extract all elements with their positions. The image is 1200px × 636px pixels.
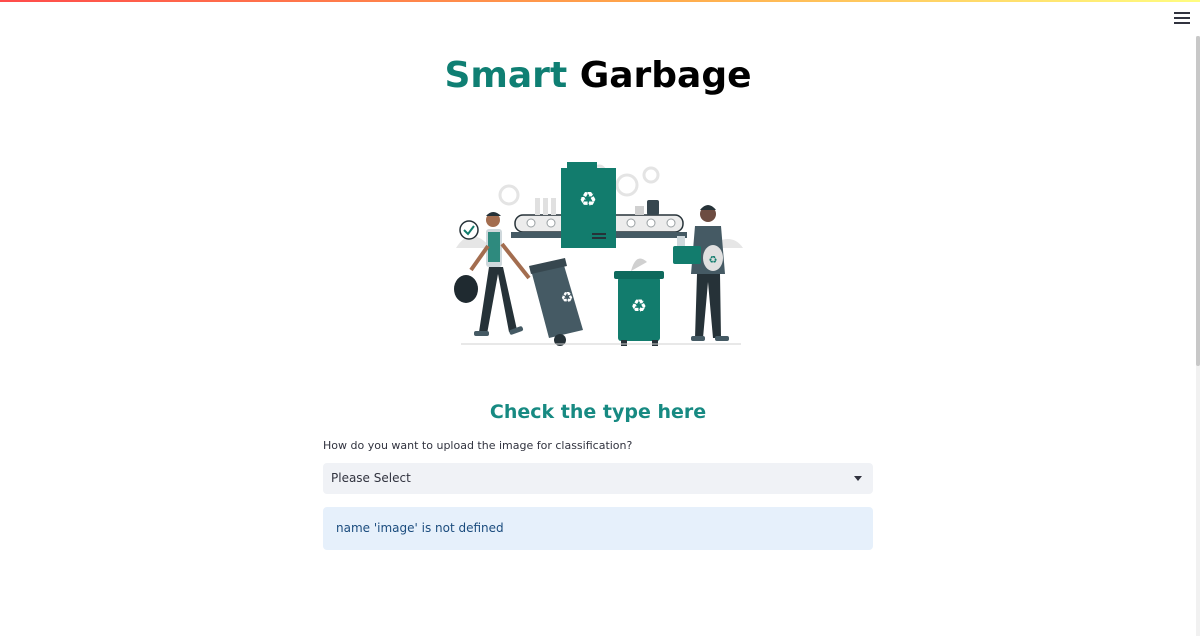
section-heading: Check the type here [489, 401, 707, 423]
svg-text:♻: ♻ [709, 255, 718, 266]
scrollbar-thumb[interactable] [1196, 36, 1200, 366]
page-title: Smart Garbage [323, 52, 873, 100]
upload-method-select[interactable]: Please Select [323, 463, 873, 494]
top-decoration-bar [0, 0, 1200, 2]
select-value: Please Select [331, 471, 411, 485]
recycling-workers-illustration: ♻ ♻ ♻ ♻ [451, 162, 745, 354]
title-rest: Garbage [567, 55, 752, 96]
info-alert: name 'image' is not defined [323, 507, 873, 550]
alert-message: name 'image' is not defined [336, 521, 504, 535]
svg-text:♻: ♻ [561, 290, 574, 306]
title-accent: Smart [444, 55, 568, 96]
svg-text:♻: ♻ [579, 187, 597, 211]
chevron-down-icon [854, 476, 862, 481]
upload-method-label: How do you want to upload the image for … [323, 439, 633, 452]
svg-text:♻: ♻ [631, 296, 647, 317]
hamburger-menu-icon[interactable] [1174, 12, 1190, 26]
